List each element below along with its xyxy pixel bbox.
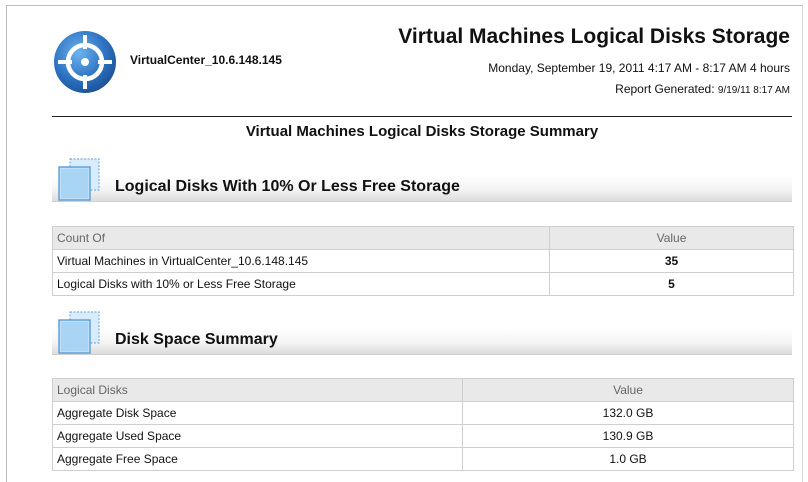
column-header-value: Value xyxy=(549,226,794,250)
table-row: Aggregate Disk Space 132.0 GB xyxy=(52,401,794,425)
row-label: Aggregate Disk Space xyxy=(52,401,463,425)
header-divider xyxy=(52,116,792,117)
row-value: 5 xyxy=(549,272,794,296)
row-value: 35 xyxy=(549,249,794,273)
disk-space-summary-table: Logical Disks Value Aggregate Disk Space… xyxy=(52,378,794,471)
crosshair-target-icon xyxy=(54,31,116,93)
table-row: Aggregate Used Space 130.9 GB xyxy=(52,424,794,448)
report-generated-label: Report Generated: xyxy=(615,82,715,96)
row-value: 130.9 GB xyxy=(462,424,794,448)
table-row: Virtual Machines in VirtualCenter_10.6.1… xyxy=(52,249,794,273)
row-value: 1.0 GB xyxy=(462,447,794,471)
row-label: Aggregate Used Space xyxy=(52,424,463,448)
column-header-logical-disks: Logical Disks xyxy=(52,378,463,402)
report-generated: Report Generated: 9/19/11 8:17 AM xyxy=(615,82,790,96)
column-header-value: Value xyxy=(462,378,794,402)
section-title: Logical Disks With 10% Or Less Free Stor… xyxy=(115,178,460,195)
table-header-row: Logical Disks Value xyxy=(52,378,794,402)
table-row: Aggregate Free Space 1.0 GB xyxy=(52,447,794,471)
disk-stack-icon xyxy=(58,158,100,201)
table-header-row: Count Of Value xyxy=(52,226,794,250)
row-label: Aggregate Free Space xyxy=(52,447,463,471)
column-header-count-of: Count Of xyxy=(52,226,550,250)
report-time-range: Monday, September 19, 2011 4:17 AM - 8:1… xyxy=(488,61,790,75)
section-title: Disk Space Summary xyxy=(115,331,278,348)
low-free-storage-table: Count Of Value Virtual Machines in Virtu… xyxy=(52,226,794,296)
section-header-disk-space-summary: Disk Space Summary xyxy=(52,310,792,360)
host-name: VirtualCenter_10.6.148.145 xyxy=(130,53,282,67)
table-row: Logical Disks with 10% or Less Free Stor… xyxy=(52,272,794,296)
row-label: Virtual Machines in VirtualCenter_10.6.1… xyxy=(52,249,550,273)
report-title: Virtual Machines Logical Disks Storage xyxy=(398,25,790,48)
report-generated-date: 9/19/11 8:17 AM xyxy=(717,85,790,96)
disk-stack-icon xyxy=(58,311,100,354)
row-label: Logical Disks with 10% or Less Free Stor… xyxy=(52,272,550,296)
section-header-low-free-storage: Logical Disks With 10% Or Less Free Stor… xyxy=(52,157,792,207)
row-value: 132.0 GB xyxy=(462,401,794,425)
summary-title: Virtual Machines Logical Disks Storage S… xyxy=(245,123,599,140)
